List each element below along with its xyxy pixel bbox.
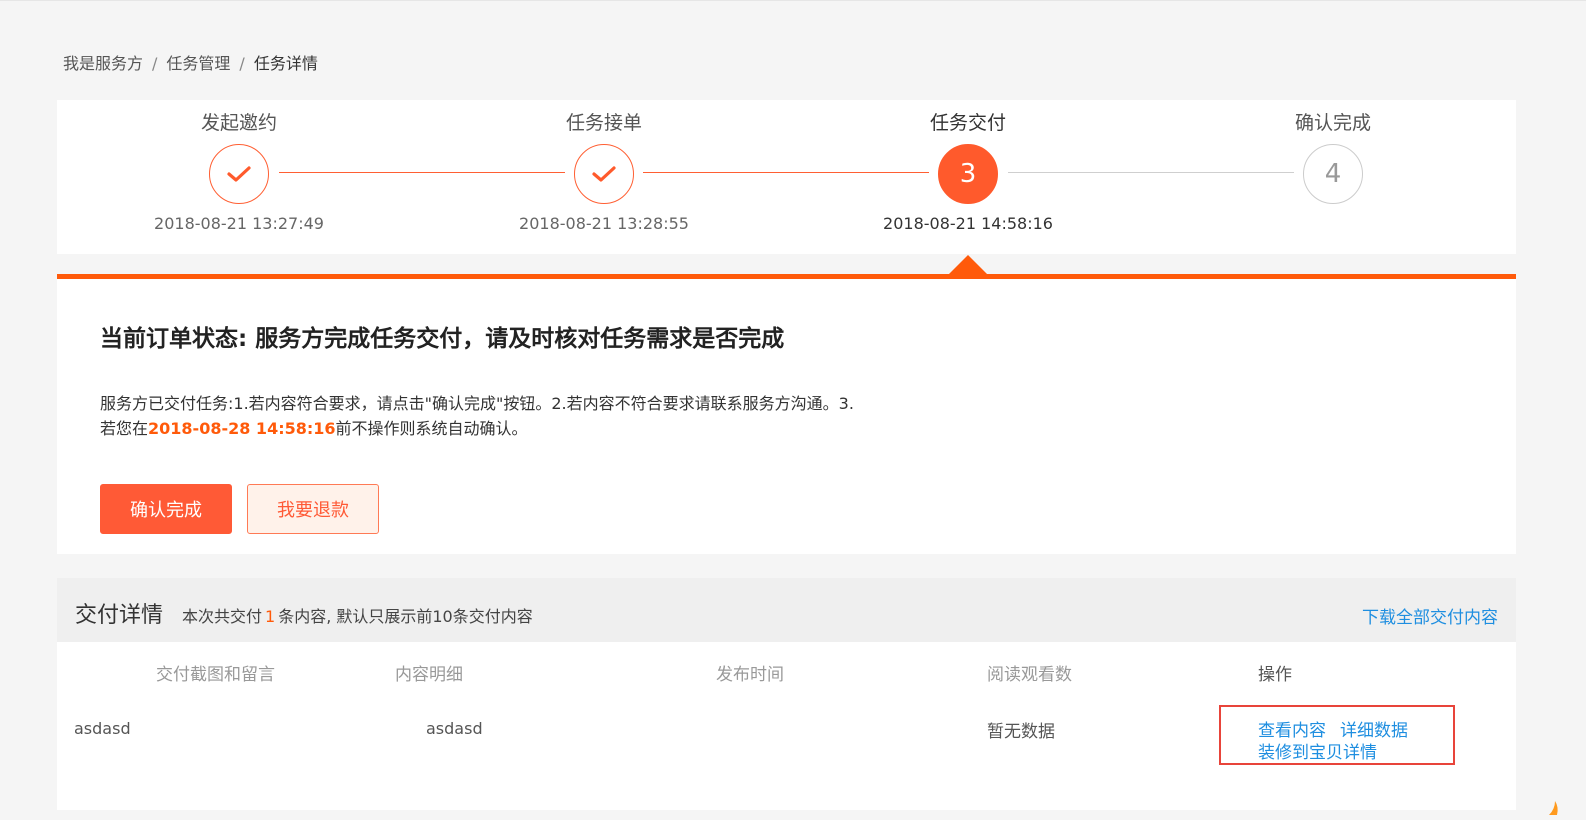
step-title: 确认完成 xyxy=(1294,112,1371,134)
status-description: 服务方已交付任务:1.若内容符合要求，请点击"确认完成"按钮。2.若内容不符合要… xyxy=(100,391,920,441)
step-number: 4 xyxy=(1303,144,1363,204)
breadcrumb-item-task-detail: 任务详情 xyxy=(253,54,318,73)
breadcrumb-separator: / xyxy=(152,54,158,73)
column-header-publish-time: 发布时间 xyxy=(716,665,784,685)
check-icon xyxy=(209,144,269,204)
confirm-complete-button[interactable]: 确认完成 xyxy=(100,484,232,534)
summary-prefix: 本次共交付 xyxy=(182,607,263,626)
top-divider xyxy=(0,0,1586,4)
column-header-actions: 操作 xyxy=(1258,665,1292,685)
delivery-count: 1 xyxy=(265,607,276,626)
status-desc-line1: 服务方已交付任务:1.若内容符合要求，请点击"确认完成"按钮。2.若内容不符合要… xyxy=(100,394,854,413)
step-accept: 任务接单 2018-08-21 13:28:55 xyxy=(484,100,724,234)
delivery-details-panel: 交付详情 本次共交付 1 条内容, 默认只展示前10条交付内容 下载全部交付内容 交… xyxy=(57,578,1516,810)
step-time xyxy=(1213,214,1453,234)
status-title: 当前订单状态: 服务方完成任务交付，请及时核对任务需求是否完成 xyxy=(100,326,785,352)
column-header-screenshot: 交付截图和留言 xyxy=(156,665,275,685)
status-desc-prefix: 若您在 xyxy=(100,419,149,438)
delivery-summary: 本次共交付 1 条内容, 默认只展示前10条交付内容 xyxy=(182,603,533,627)
breadcrumb: 我是服务方 / 任务管理 / 任务详情 xyxy=(63,50,318,74)
order-status-panel: 当前订单状态: 服务方完成任务交付，请及时核对任务需求是否完成 服务方已交付任务… xyxy=(57,274,1516,554)
step-title: 发起邀约 xyxy=(200,112,277,134)
column-header-views: 阅读观看数 xyxy=(987,665,1072,685)
step-title: 任务接单 xyxy=(565,112,642,134)
step-time: 2018-08-21 14:58:16 xyxy=(883,214,1053,233)
step-time: 2018-08-21 13:28:55 xyxy=(519,214,689,233)
step-confirm-complete: 确认完成 4 xyxy=(1213,100,1453,234)
status-desc-suffix: 前不操作则系统自动确认。 xyxy=(335,419,528,438)
refund-button[interactable]: 我要退款 xyxy=(247,484,379,534)
download-all-link[interactable]: 下载全部交付内容 xyxy=(1362,603,1498,628)
check-icon xyxy=(574,144,634,204)
delivery-title: 交付详情 xyxy=(75,603,164,628)
floating-widget-icon[interactable] xyxy=(1545,795,1565,815)
cell-views: 暂无数据 xyxy=(987,722,1055,742)
cell-screenshot-note: asdasd xyxy=(74,719,131,738)
step-deliver: 任务交付 3 2018-08-21 14:58:16 xyxy=(848,100,1088,234)
breadcrumb-separator: / xyxy=(239,54,245,73)
breadcrumb-item-service-provider[interactable]: 我是服务方 xyxy=(63,54,143,73)
auto-confirm-deadline: 2018-08-28 14:58:16 xyxy=(148,419,336,438)
summary-suffix: 条内容, 默认只展示前10条交付内容 xyxy=(278,607,533,626)
delivery-header: 交付详情 本次共交付 1 条内容, 默认只展示前10条交付内容 下载全部交付内容 xyxy=(57,578,1516,642)
active-step-pointer xyxy=(948,255,988,275)
decorate-to-item-detail-link[interactable]: 装修到宝贝详情 xyxy=(1258,738,1377,763)
step-number: 3 xyxy=(938,144,998,204)
cell-content-detail: asdasd xyxy=(426,719,483,738)
progress-steps: 发起邀约 2018-08-21 13:27:49 任务接单 2018-08-21… xyxy=(57,100,1516,254)
step-initiate: 发起邀约 2018-08-21 13:27:49 xyxy=(119,100,359,234)
step-time: 2018-08-21 13:27:49 xyxy=(154,214,324,233)
step-title: 任务交付 xyxy=(929,112,1006,134)
column-header-content: 内容明细 xyxy=(395,665,463,685)
breadcrumb-item-task-management[interactable]: 任务管理 xyxy=(166,54,230,73)
